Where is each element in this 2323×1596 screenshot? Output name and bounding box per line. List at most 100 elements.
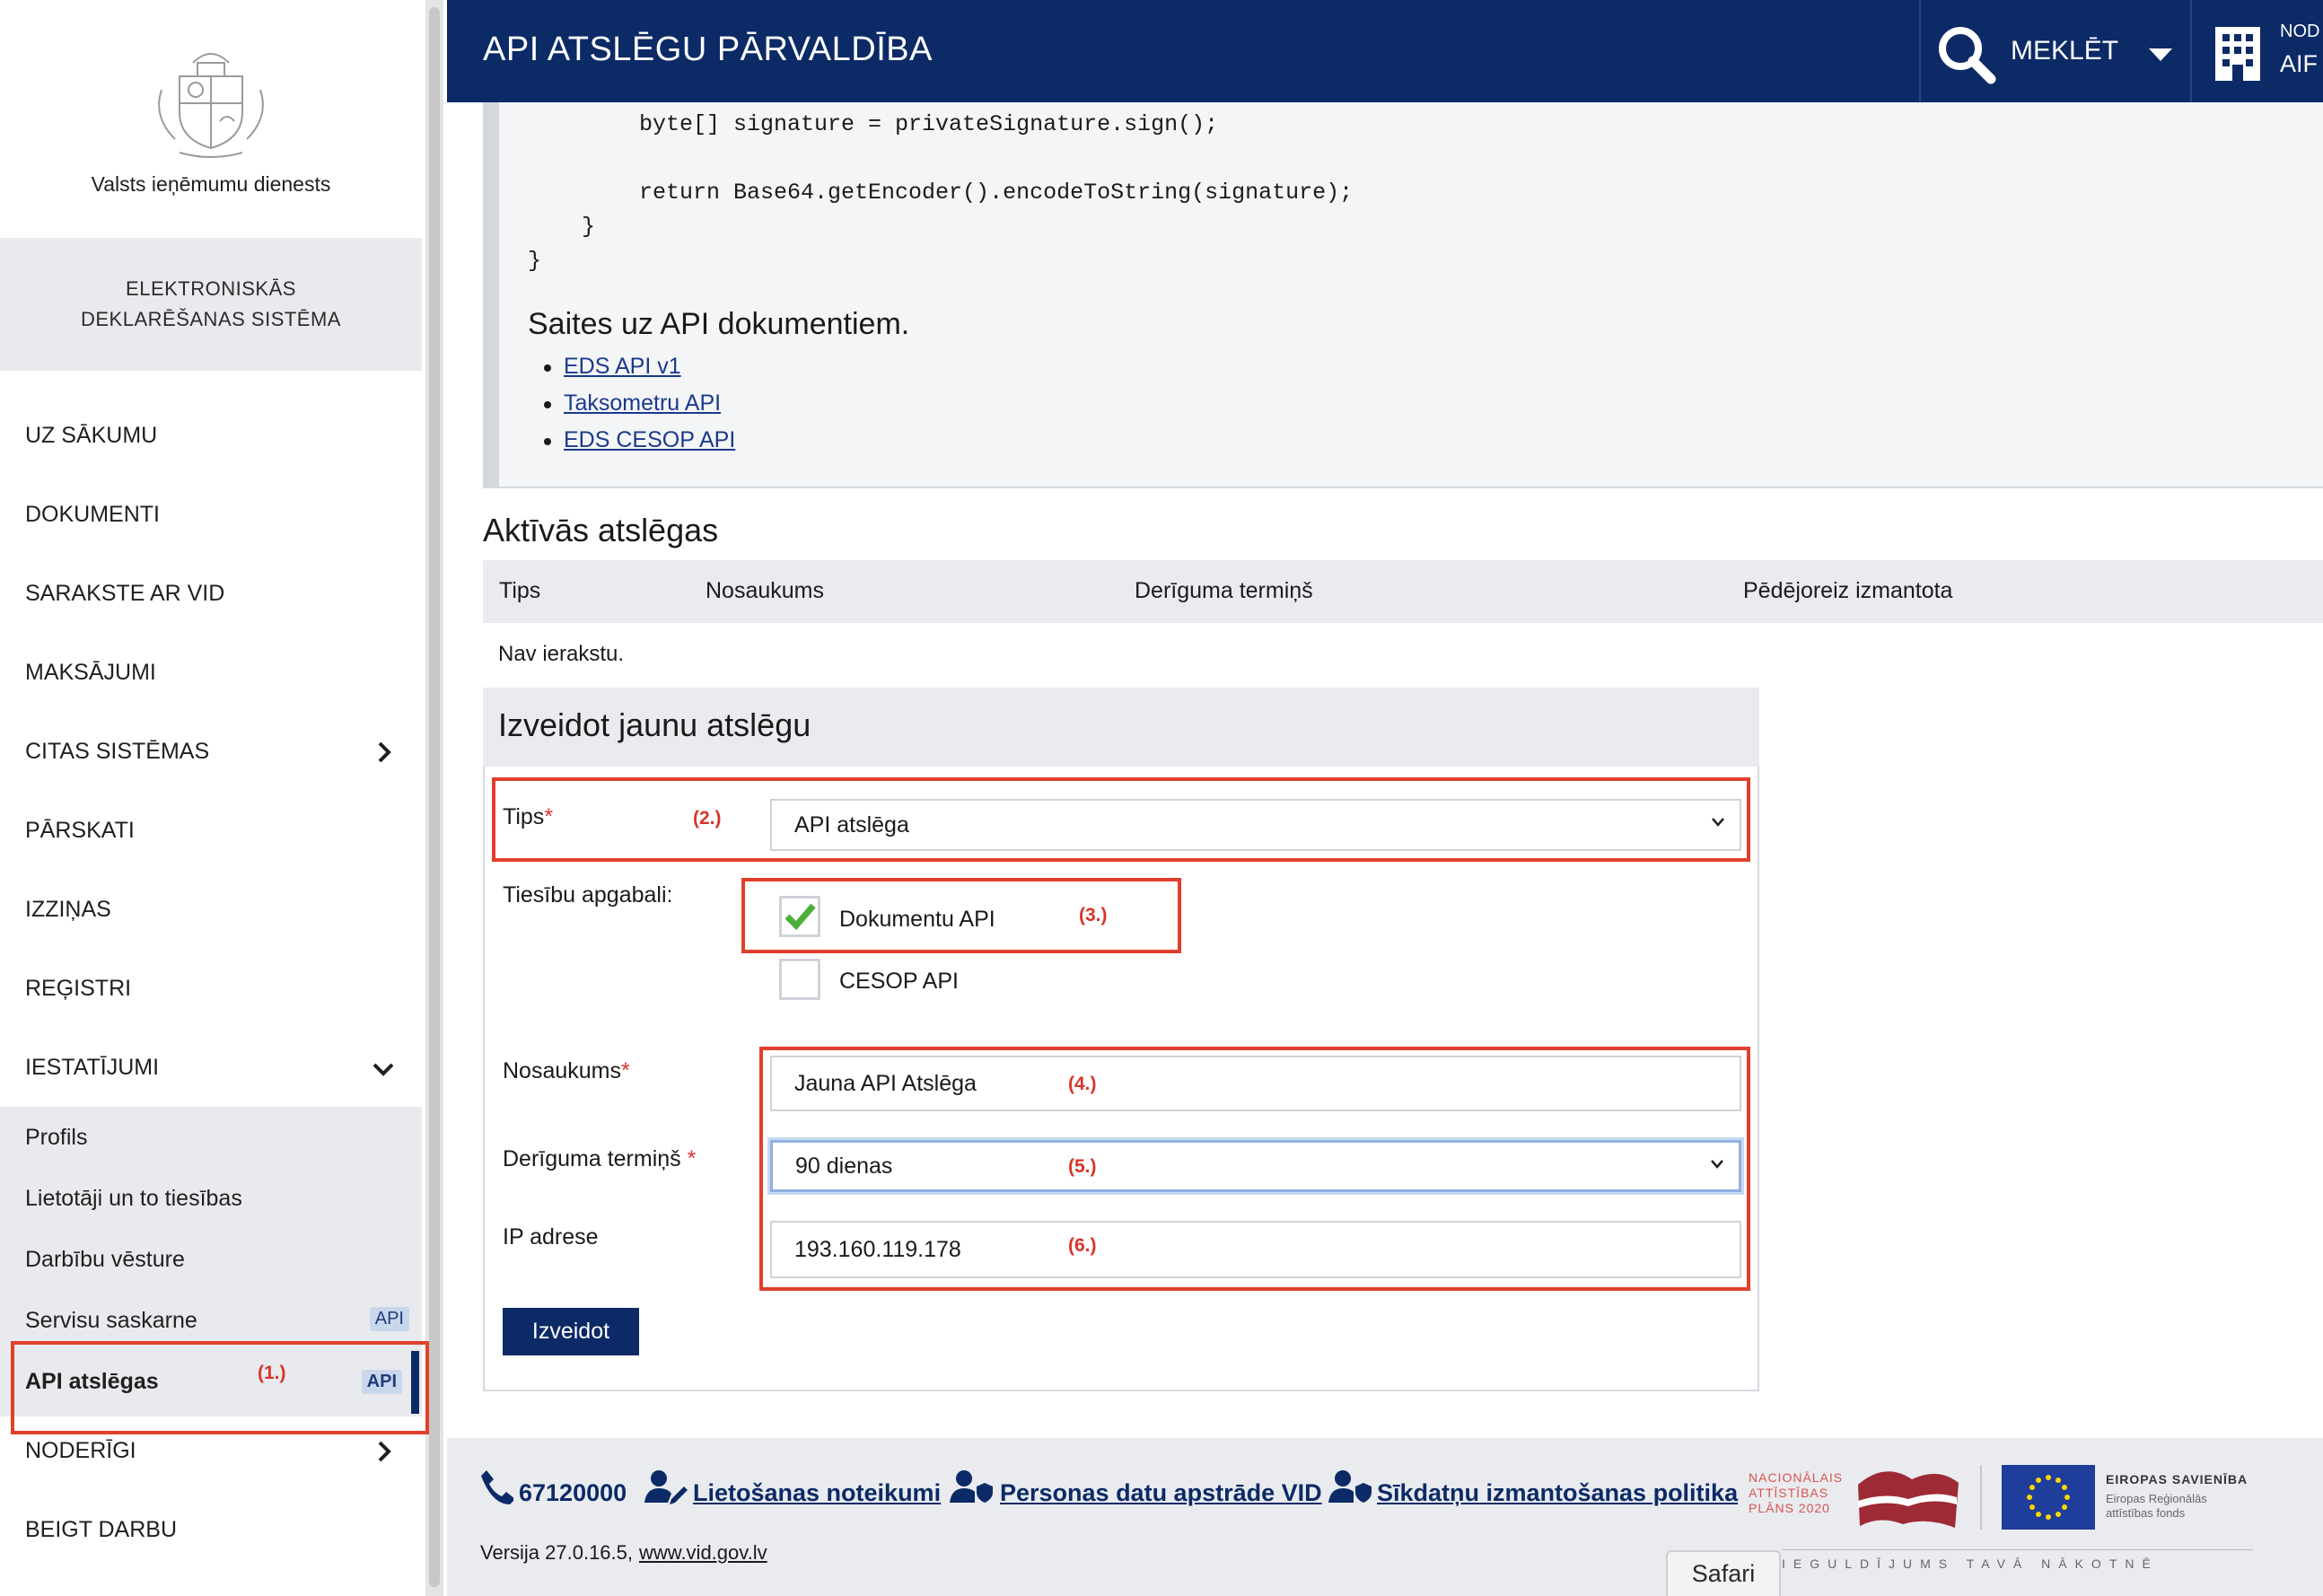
- coat-of-arms-logo: [158, 53, 264, 158]
- sidebar-scrollbar-thumb[interactable]: [429, 7, 440, 1587]
- annotation-2: (2.): [693, 808, 722, 829]
- nav-item-reports[interactable]: PĀRSKATI: [0, 803, 422, 857]
- submenu-item-profile[interactable]: Profils: [0, 1111, 422, 1163]
- scope-cesop-label: CESOP API: [839, 969, 959, 994]
- caret-down-icon[interactable]: [2147, 47, 2174, 63]
- code-line: }: [528, 248, 542, 274]
- empty-table-message: Nav ierakstu.: [498, 642, 625, 666]
- submenu-label: Darbību vēsture: [25, 1246, 185, 1272]
- submenu-label: Profils: [25, 1124, 88, 1150]
- nav-label: IZZIŅAS: [25, 896, 111, 922]
- eu-title: EIROPAS SAVIENĪBA: [2106, 1472, 2248, 1486]
- phone-icon: [481, 1470, 513, 1504]
- chevron-right-icon: [378, 741, 391, 763]
- search-icon[interactable]: [1937, 25, 1996, 84]
- link-eds-api-v1[interactable]: EDS API v1: [564, 354, 681, 380]
- code-line: byte[] signature = privateSignature.sign…: [639, 111, 1219, 137]
- footer-phone[interactable]: 67120000: [519, 1479, 627, 1507]
- eu-stars-icon: [2027, 1475, 2070, 1520]
- bullet: [544, 364, 551, 372]
- eu-flag-logo: [2002, 1465, 2095, 1530]
- system-name: ELEKTRONISKĀS DEKLARĒŠANAS SISTĒMA: [0, 238, 422, 371]
- column-header-type: Tips: [499, 578, 541, 603]
- invest-slogan: IEGULDĪJUMS TAVĀ NĀKOTNĒ: [1782, 1557, 2159, 1571]
- bullet: [544, 401, 551, 408]
- search-button-label[interactable]: MEKLĒT: [2011, 36, 2118, 66]
- nav-label: REĢISTRI: [25, 975, 132, 1001]
- nav-label: UZ SĀKUMU: [25, 422, 158, 448]
- nav-label: DOKUMENTI: [25, 501, 160, 527]
- scopes-label: Tiesību apgabali:: [503, 882, 673, 908]
- nav-item-settings[interactable]: IESTATĪJUMI: [0, 1040, 422, 1094]
- code-line: }: [582, 214, 596, 240]
- org-name: Valsts ieņēmumu dienests: [91, 172, 331, 196]
- code-line: return Base64.getEncoder().encodeToStrin…: [639, 180, 1354, 206]
- page-title: API ATSLĒGU PĀRVALDĪBA: [483, 31, 933, 68]
- system-name-line1: ELEKTRONISKĀS: [126, 276, 296, 300]
- footer-logo-divider: [1980, 1465, 1982, 1530]
- column-header-validity: Derīguma termiņš: [1135, 578, 1313, 603]
- highlight-box-3: [741, 878, 1181, 953]
- user-edit-icon: [644, 1470, 688, 1504]
- ip-label: IP adrese: [503, 1224, 599, 1250]
- create-key-button[interactable]: Izveidot: [503, 1308, 639, 1355]
- bullet: [544, 438, 551, 445]
- nap2020-logo-text: NACIONĀLAIS ATTĪSTĪBAS PLĀNS 2020: [1749, 1470, 1844, 1515]
- nav-label: MAKSĀJUMI: [25, 659, 156, 685]
- nav-item-other-systems[interactable]: CITAS SISTĒMAS: [0, 724, 422, 778]
- nav-item-registers[interactable]: REĢISTRI: [0, 961, 422, 1015]
- api-docs-heading: Saites uz API dokumentiem.: [528, 307, 910, 341]
- annotation-3: (3.): [1079, 905, 1108, 925]
- footer-link-personal-data[interactable]: Personas datu apstrāde VID: [1000, 1479, 1322, 1507]
- org-selector-name[interactable]: AIF: [2280, 50, 2318, 78]
- user-shield-icon: [1328, 1470, 1372, 1503]
- nav-item-home[interactable]: UZ SĀKUMU: [0, 408, 422, 462]
- nav-item-documents[interactable]: DOKUMENTI: [0, 487, 422, 541]
- column-header-name: Nosaukums: [706, 578, 824, 603]
- create-key-heading: Izveidot jaunu atslēgu: [498, 706, 811, 743]
- scope-cesop-checkbox[interactable]: [779, 959, 820, 1000]
- submenu-item-users-rights[interactable]: Lietotāji un to tiesības: [0, 1172, 422, 1224]
- nav-label: IESTATĪJUMI: [25, 1054, 160, 1080]
- org-selector-caption[interactable]: NOD: [2280, 22, 2319, 42]
- building-icon[interactable]: [2213, 25, 2262, 83]
- nav-label: SARAKSTE AR VID: [25, 580, 225, 606]
- version-text: Versija 27.0.16.5,: [480, 1541, 634, 1564]
- validity-label: Derīguma termiņš *: [503, 1146, 697, 1171]
- footer-link-terms[interactable]: Lietošanas noteikumi: [693, 1479, 941, 1507]
- name-label: Nosaukums*: [503, 1058, 630, 1083]
- submenu-label: Servisu saskarne: [25, 1307, 197, 1333]
- submenu-label: Lietotāji un to tiesības: [25, 1185, 242, 1211]
- chevron-down-icon: [373, 1063, 394, 1076]
- column-header-last-used: Pēdējoreiz izmantota: [1743, 578, 1953, 603]
- highlight-box-1: [11, 1341, 429, 1434]
- nav-item-correspondence[interactable]: SARAKSTE AR VID: [0, 566, 422, 620]
- code-sample-panel: [483, 102, 2323, 488]
- chevron-right-icon: [378, 1441, 391, 1462]
- footer-link-cookies[interactable]: Sīkdatņu izmantošanas politika: [1377, 1479, 1738, 1507]
- annotation-1: (1.): [258, 1363, 286, 1383]
- nav-label: CITAS SISTĒMAS: [25, 738, 210, 764]
- nav-item-payments[interactable]: MAKSĀJUMI: [0, 645, 422, 699]
- nav-item-logout[interactable]: BEIGT DARBU: [0, 1503, 422, 1557]
- safari-tab[interactable]: Safari: [1666, 1550, 1781, 1596]
- nav-label: PĀRSKATI: [25, 817, 135, 843]
- highlight-box-2: [492, 777, 1750, 862]
- link-taxi-api[interactable]: Taksometru API: [564, 390, 721, 417]
- system-name-line2: DEKLARĒŠANAS SISTĒMA: [81, 308, 341, 330]
- nav-item-certificates[interactable]: IZZIŅAS: [0, 882, 422, 936]
- footer-logo-underline: [1782, 1549, 2253, 1550]
- user-shield-icon: [950, 1470, 993, 1503]
- header-divider: [1919, 0, 1921, 102]
- eu-fund-name: Eiropas Reģionālās attīstības fonds: [2106, 1492, 2207, 1521]
- api-badge: API: [369, 1307, 409, 1331]
- active-keys-heading: Aktīvās atslēgas: [483, 512, 719, 548]
- highlight-box-4-6: [759, 1047, 1750, 1291]
- link-eds-cesop-api[interactable]: EDS CESOP API: [564, 427, 735, 453]
- site-link[interactable]: www.vid.gov.lv: [639, 1541, 767, 1565]
- nap2020-logo: [1858, 1471, 1959, 1528]
- submenu-item-service-interface[interactable]: Servisu saskarne API: [0, 1294, 422, 1346]
- submenu-item-activity-history[interactable]: Darbību vēsture: [0, 1233, 422, 1285]
- nav-label: NODERĪGI: [25, 1437, 136, 1463]
- header-divider: [2190, 0, 2192, 102]
